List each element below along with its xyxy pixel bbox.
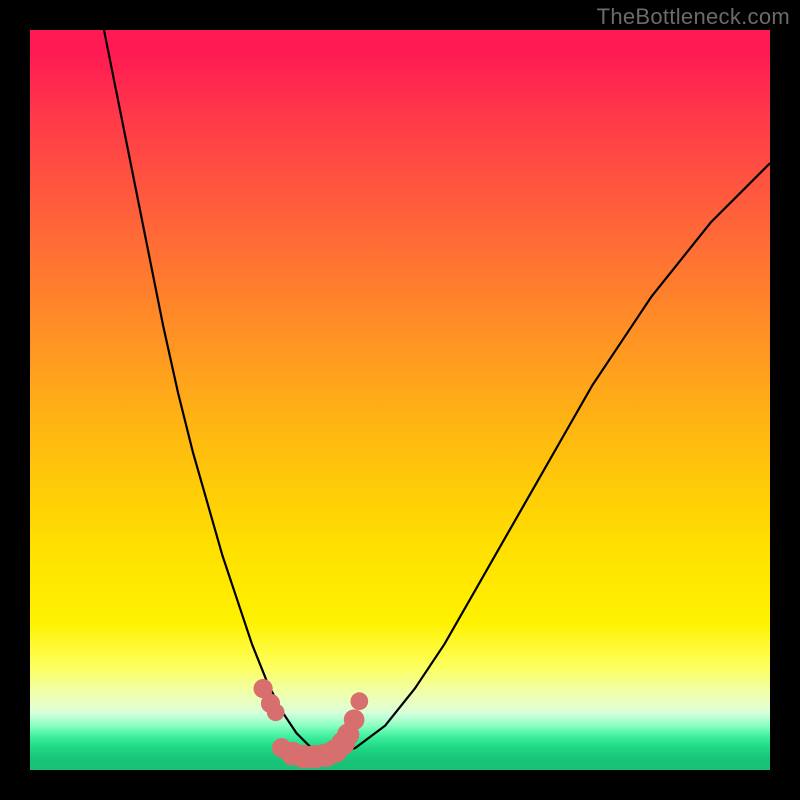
marker-dot — [267, 703, 285, 721]
curve-markers — [253, 679, 368, 769]
marker-dot — [344, 709, 365, 730]
curve-layer — [30, 30, 770, 770]
chart-frame: TheBottleneck.com — [0, 0, 800, 800]
bottleneck-curve — [104, 30, 770, 759]
plot-area — [30, 30, 770, 770]
watermark-text: TheBottleneck.com — [597, 4, 790, 30]
marker-dot — [350, 692, 368, 710]
